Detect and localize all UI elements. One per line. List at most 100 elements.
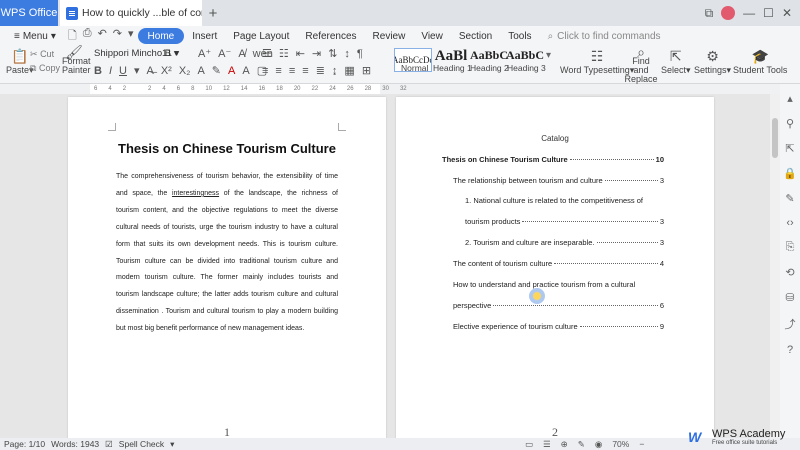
distribute-icon[interactable]: ≣ xyxy=(316,64,325,77)
format-painter-button[interactable]: 🖌 Format Painter xyxy=(62,45,91,75)
shrink-font-icon[interactable]: A⁻ xyxy=(218,47,231,60)
toc-entry[interactable]: 1. National culture is related to the co… xyxy=(465,196,664,205)
close-icon[interactable]: ✕ xyxy=(782,6,792,20)
justify-icon[interactable]: ≡ xyxy=(302,65,308,77)
main-menu-button[interactable]: ≡ Menu ▾ xyxy=(6,26,64,46)
char-shading-icon[interactable]: A xyxy=(242,65,249,77)
web-layout-icon[interactable]: ⊕ xyxy=(561,439,568,450)
settings-button[interactable]: ⚙ Settings▾ xyxy=(694,48,731,76)
window-tile-icon[interactable]: ⧉ xyxy=(705,6,714,21)
grow-font-icon[interactable]: A⁺ xyxy=(198,47,211,60)
undo-icon[interactable]: ↶ xyxy=(98,27,107,46)
borders-icon[interactable]: ⊞ xyxy=(362,64,371,77)
page-count[interactable]: Page: 1/10 xyxy=(4,439,45,449)
scrollbar-thumb[interactable] xyxy=(772,118,778,158)
maximize-icon[interactable]: ☐ xyxy=(763,6,774,20)
tab-insert[interactable]: Insert xyxy=(184,26,225,46)
styles-more-icon[interactable]: ▾ xyxy=(546,50,551,61)
shading-icon[interactable]: ▦ xyxy=(344,64,354,77)
show-marks-icon[interactable]: ¶ xyxy=(357,48,363,60)
toc-entry[interactable]: perspective 6 xyxy=(453,301,664,310)
select-button[interactable]: ⇱ Select▾ xyxy=(661,48,691,76)
collapse-icon[interactable]: ▴ xyxy=(787,92,793,105)
sort-icon[interactable]: ↕ xyxy=(344,48,350,60)
print-icon[interactable]: ⎙ xyxy=(83,27,92,46)
clear-format-icon[interactable]: A̸ xyxy=(238,48,245,60)
toc-entry[interactable]: 2. Tourism and culture are inseparable. 3 xyxy=(465,238,664,247)
share-icon[interactable]: ⤴ xyxy=(785,316,796,332)
increase-indent-icon[interactable]: ⇥ xyxy=(312,47,321,60)
align-right-icon[interactable]: ≡ xyxy=(289,65,295,77)
underline-icon[interactable]: U xyxy=(119,65,127,77)
bullet-list-icon[interactable]: ☰ xyxy=(262,47,272,60)
toc-entry[interactable]: How to understand and practice tourism f… xyxy=(453,280,664,289)
text-effect-icon[interactable]: A xyxy=(197,65,204,77)
word-count[interactable]: Words: 1943 xyxy=(51,439,99,449)
tab-review[interactable]: Review xyxy=(365,26,414,46)
find-replace-button[interactable]: ⌕ Find and Replace xyxy=(624,45,658,84)
underline-dropdown-icon[interactable]: ▾ xyxy=(134,64,140,77)
document-workspace[interactable]: Thesis on Chinese Tourism Culture The co… xyxy=(0,94,770,438)
toc-entry[interactable]: tourism products 3 xyxy=(465,217,664,226)
properties-icon[interactable]: ⚲ xyxy=(786,117,794,130)
quick-access-dropdown-icon[interactable]: ▾ xyxy=(128,27,134,46)
toc-entry[interactable]: The content of tourism culture 4 xyxy=(453,259,664,268)
tab-view[interactable]: View xyxy=(413,26,451,46)
spell-check-button[interactable]: Spell Check xyxy=(119,439,164,449)
font-color-icon[interactable]: A xyxy=(228,65,235,77)
page-1[interactable]: Thesis on Chinese Tourism Culture The co… xyxy=(68,97,386,438)
toc-entry[interactable]: Elective experience of tourism culture 9 xyxy=(453,322,664,331)
new-tab-button[interactable]: + xyxy=(202,0,224,26)
lock-icon[interactable]: 🔒 xyxy=(783,167,797,180)
navigation-icon[interactable]: ⎘ xyxy=(786,241,795,254)
eye-protection-icon[interactable]: ◉ xyxy=(595,439,602,450)
copy-button[interactable]: ⧉ Copy xyxy=(30,63,60,74)
styles-pane-icon[interactable]: ✎ xyxy=(785,192,794,205)
horizontal-ruler[interactable]: 6 4 2 2 4 6 8 10 12 14 16 18 20 22 24 26 28 30 32 xyxy=(0,84,800,94)
outline-icon[interactable]: ✎ xyxy=(578,439,585,450)
italic-icon[interactable]: I xyxy=(109,65,112,77)
align-center-icon[interactable]: ≡ xyxy=(275,65,281,77)
align-left-icon[interactable]: ≡ xyxy=(262,65,268,77)
cut-button[interactable]: ✂ Cut xyxy=(30,49,54,60)
help-icon[interactable]: ? xyxy=(787,344,793,356)
body-paragraph[interactable]: The comprehensiveness of tourism behavio… xyxy=(116,169,338,338)
tab-section[interactable]: Section xyxy=(451,26,500,46)
minimize-icon[interactable]: — xyxy=(743,6,755,20)
reading-layout-icon[interactable]: ▭ xyxy=(525,439,533,450)
zoom-level[interactable]: 70% xyxy=(612,439,629,449)
toc-entry[interactable]: The relationship between tourism and cul… xyxy=(453,176,664,185)
toc-entry[interactable]: Thesis on Chinese Tourism Culture 10 xyxy=(442,155,664,164)
superscript-icon[interactable]: X² xyxy=(161,65,172,77)
redo-icon[interactable]: ↷ xyxy=(113,27,122,46)
wps-office-tab[interactable]: WPS Office xyxy=(0,0,58,26)
code-icon[interactable]: ‹› xyxy=(786,217,793,229)
page-2[interactable]: Catalog Thesis on Chinese Tourism Cultur… xyxy=(396,97,714,438)
catalog-heading[interactable]: Catalog xyxy=(396,134,714,143)
select-pane-icon[interactable]: ⇱ xyxy=(785,142,794,155)
strikethrough-icon[interactable]: A̶ xyxy=(147,65,154,77)
history-icon[interactable]: ⟲ xyxy=(785,266,794,279)
decrease-indent-icon[interactable]: ⇤ xyxy=(296,47,305,60)
bold-icon[interactable]: B xyxy=(94,65,102,77)
font-size-select[interactable]: 11 ▾ xyxy=(162,48,179,59)
highlight-icon[interactable]: ✎ xyxy=(212,64,221,77)
tab-home[interactable]: Home xyxy=(137,28,185,44)
print-layout-icon[interactable]: ☰ xyxy=(543,439,551,450)
avatar[interactable] xyxy=(721,6,736,20)
student-tools-button[interactable]: 🎓 Student Tools xyxy=(733,48,787,75)
chinese-layout-icon[interactable]: ⇅ xyxy=(328,47,337,60)
spell-check-dropdown-icon[interactable]: ▾ xyxy=(170,439,174,450)
tab-page-layout[interactable]: Page Layout xyxy=(225,26,297,46)
vertical-scrollbar[interactable] xyxy=(770,94,780,438)
new-doc-icon[interactable]: 🗋 xyxy=(68,27,77,46)
command-search[interactable]: ⌕ Click to find commands xyxy=(540,26,669,46)
line-spacing-icon[interactable]: ↨ xyxy=(332,65,338,77)
document-title[interactable]: Thesis on Chinese Tourism Culture xyxy=(68,141,386,156)
zoom-out-icon[interactable]: − xyxy=(639,439,644,449)
backup-icon[interactable]: ⛁ xyxy=(785,291,794,304)
tab-tools[interactable]: Tools xyxy=(500,26,539,46)
subscript-icon[interactable]: X₂ xyxy=(179,65,191,77)
tab-references[interactable]: References xyxy=(297,26,364,46)
numbered-list-icon[interactable]: ☷ xyxy=(279,47,289,60)
